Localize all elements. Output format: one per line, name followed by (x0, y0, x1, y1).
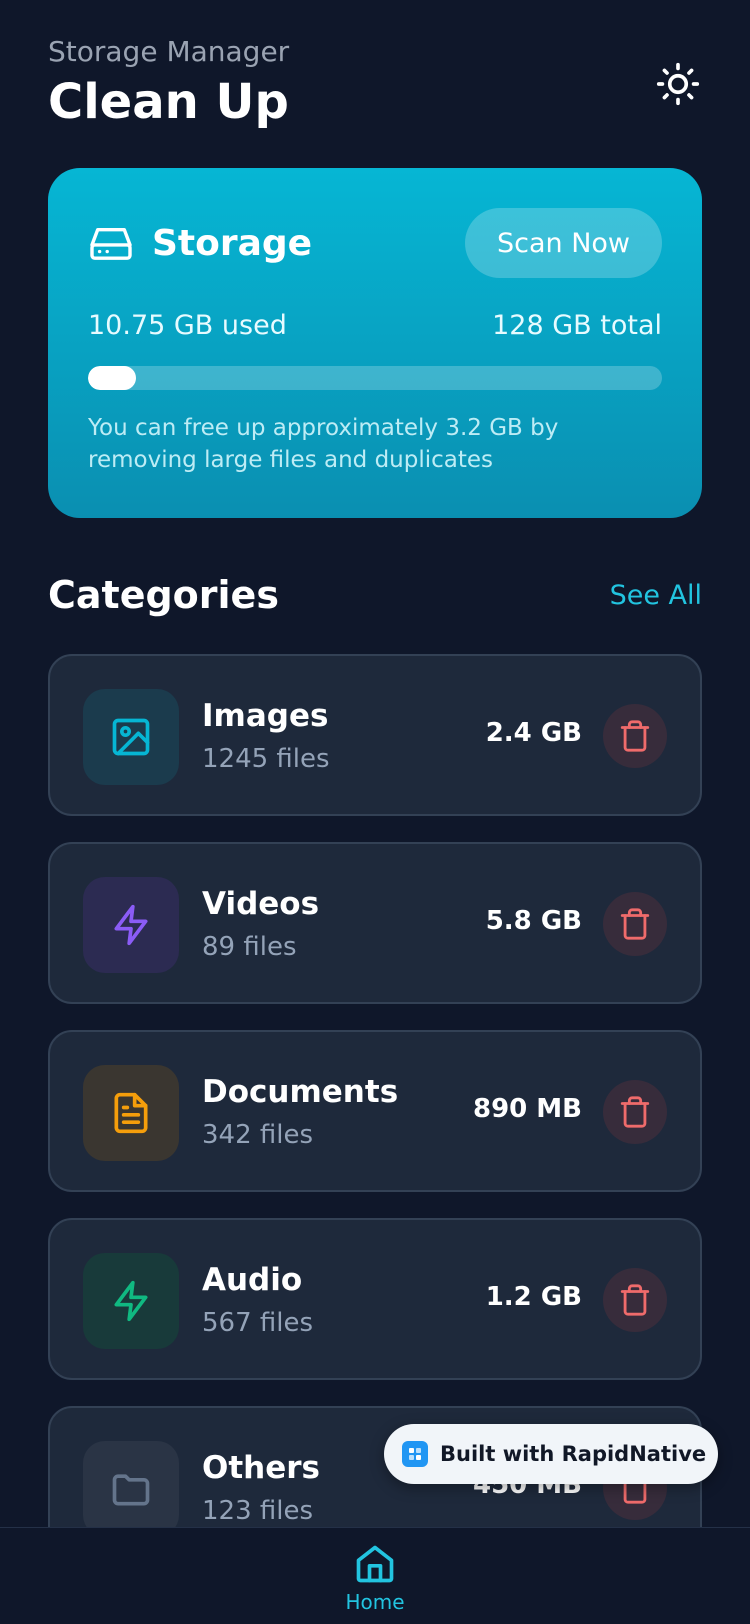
delete-images-button[interactable] (603, 704, 667, 768)
category-name: Audio (202, 1262, 303, 1298)
page-header: Storage Manager Clean Up (48, 34, 702, 134)
storage-card-header: Storage Scan Now (88, 208, 662, 278)
category-item-images[interactable]: Images 1245 files 2.4 GB (48, 654, 702, 816)
see-all-link[interactable]: See All (610, 580, 702, 611)
category-file-count: 342 files (202, 1120, 314, 1150)
categories-title: Categories (48, 573, 279, 617)
trash-icon (620, 1284, 650, 1316)
storage-progress-bar (88, 366, 662, 390)
bolt-icon (114, 904, 148, 946)
category-size: 5.8 GB (485, 906, 582, 936)
storage-hint: You can free up approximately 3.2 GB by … (88, 415, 559, 473)
category-icon-tile (83, 1065, 179, 1161)
categories-header: Categories See All (48, 570, 702, 620)
trash-icon (620, 720, 650, 752)
trash-icon (620, 1096, 650, 1128)
delete-documents-button[interactable] (603, 1080, 667, 1144)
page-subtitle: Storage Manager (48, 35, 290, 68)
built-with-badge[interactable]: Built with RapidNative (384, 1424, 718, 1484)
nav-tab-home[interactable]: Home (335, 1542, 415, 1624)
page-title: Clean Up (48, 74, 289, 130)
category-file-count: 1245 files (202, 744, 330, 774)
bottom-nav: Home (0, 1527, 750, 1624)
storage-progress-fill (88, 366, 137, 390)
storage-used-label: 10.75 GB used (88, 310, 287, 341)
category-file-count: 567 files (202, 1308, 314, 1338)
rapidnative-logo-icon (402, 1441, 428, 1467)
category-file-count: 89 files (202, 932, 297, 962)
category-size: 2.4 GB (485, 718, 582, 748)
theme-toggle-button[interactable] (654, 60, 702, 108)
category-item-documents[interactable]: Documents 342 files 890 MB (48, 1030, 702, 1192)
category-size: 890 MB (472, 1094, 582, 1124)
document-icon (114, 1092, 148, 1134)
delete-audio-button[interactable] (603, 1268, 667, 1332)
trash-icon (620, 908, 650, 940)
storage-title-group: Storage (88, 223, 312, 264)
folder-icon (112, 1474, 150, 1506)
category-icon-tile (83, 1253, 179, 1349)
storage-total-label: 128 GB total (492, 310, 662, 341)
bolt-icon (114, 1280, 148, 1322)
built-with-label: Built with RapidNative (440, 1442, 707, 1466)
category-name: Images (202, 698, 329, 734)
storage-title: Storage (152, 222, 313, 264)
home-icon (356, 1545, 394, 1583)
category-icon-tile (83, 1441, 179, 1537)
storage-card: Storage Scan Now 10.75 GB used 128 GB to… (48, 168, 702, 518)
category-name: Videos (202, 886, 320, 922)
category-name: Others (202, 1450, 321, 1486)
nav-label-home: Home (345, 1590, 405, 1614)
storage-usage-row: 10.75 GB used 128 GB total (88, 310, 662, 341)
category-size: 1.2 GB (485, 1282, 582, 1312)
scan-now-button[interactable]: Scan Now (464, 208, 662, 278)
category-file-count: 123 files (202, 1496, 314, 1526)
category-item-videos[interactable]: Videos 89 files 5.8 GB (48, 842, 702, 1004)
category-name: Documents (202, 1074, 399, 1110)
image-icon (112, 718, 150, 756)
category-item-audio[interactable]: Audio 567 files 1.2 GB (48, 1218, 702, 1380)
category-icon-tile (83, 877, 179, 973)
category-icon-tile (83, 689, 179, 785)
delete-videos-button[interactable] (603, 892, 667, 956)
hard-drive-icon (90, 227, 132, 260)
sun-icon (656, 62, 700, 106)
